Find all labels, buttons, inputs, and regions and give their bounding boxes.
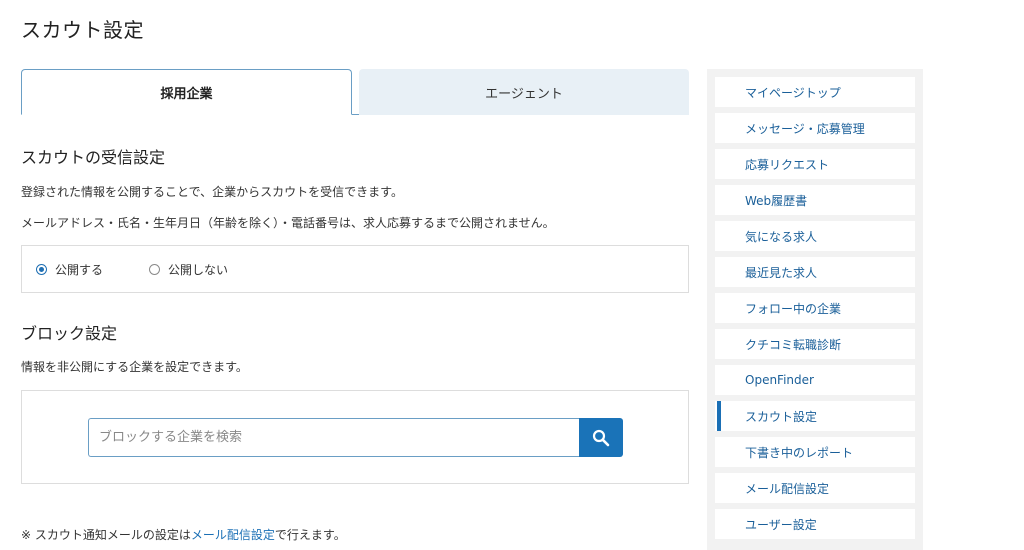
sidebar-item-user-settings[interactable]: ユーザー設定 — [715, 509, 915, 539]
sidebar-item-saved-jobs[interactable]: 気になる求人 — [715, 221, 915, 251]
sidebar-item-followed-companies[interactable]: フォロー中の企業 — [715, 293, 915, 323]
company-search-input[interactable] — [88, 418, 579, 457]
sidebar-item-draft-reports[interactable]: 下書き中のレポート — [715, 437, 915, 467]
search-button[interactable] — [579, 418, 623, 457]
note-prefix: ※ スカウト通知メールの設定は — [21, 528, 191, 542]
radio-private[interactable]: 公開しない — [149, 261, 228, 278]
sidebar-item-apply-requests[interactable]: 応募リクエスト — [715, 149, 915, 179]
block-search-box — [21, 390, 689, 484]
privacy-note: メールアドレス・氏名・生年月日（年齢を除く）・電話番号は、求人応募するまで公開さ… — [21, 216, 555, 230]
tab-bar: 採用企業 エージェント — [21, 69, 689, 115]
radio-public[interactable]: 公開する — [36, 261, 103, 278]
tab-companies[interactable]: 採用企業 — [21, 69, 352, 115]
receive-description: 登録された情報を公開することで、企業からスカウトを受信できます。 — [21, 185, 403, 199]
sidebar-item-recent-jobs[interactable]: 最近見た求人 — [715, 257, 915, 287]
sidebar-item-messages[interactable]: メッセージ・応募管理 — [715, 113, 915, 143]
radio-private-indicator[interactable] — [149, 264, 160, 275]
radio-public-indicator[interactable] — [36, 264, 47, 275]
sidebar-nav: マイページトップ メッセージ・応募管理 応募リクエスト Web履歴書 気になる求… — [707, 69, 923, 550]
receive-settings-title: スカウトの受信設定 — [21, 148, 166, 167]
block-description: 情報を非公開にする企業を設定できます。 — [21, 360, 248, 374]
radio-private-label: 公開しない — [168, 263, 229, 277]
visibility-radio-group: 公開する 公開しない — [21, 245, 689, 293]
main-content: 採用企業 エージェント スカウトの受信設定 登録された情報を公開することで、企業… — [21, 69, 689, 542]
company-search — [88, 418, 623, 457]
sidebar-item-openfinder[interactable]: OpenFinder — [715, 365, 915, 395]
mail-settings-link[interactable]: メール配信設定 — [191, 528, 275, 542]
note-suffix: で行えます。 — [274, 528, 346, 542]
sidebar-item-review-diagnosis[interactable]: クチコミ転職診断 — [715, 329, 915, 359]
page-title: スカウト設定 — [21, 18, 144, 42]
sidebar-item-mail-settings[interactable]: メール配信設定 — [715, 473, 915, 503]
search-icon — [592, 429, 610, 446]
radio-public-label: 公開する — [55, 263, 104, 277]
tab-agents[interactable]: エージェント — [359, 69, 689, 115]
notification-note: ※ スカウト通知メールの設定はメール配信設定で行えます。 — [21, 526, 346, 543]
sidebar-item-scout-settings[interactable]: スカウト設定 — [715, 401, 915, 431]
sidebar-item-mypage-top[interactable]: マイページトップ — [715, 77, 915, 107]
sidebar-item-web-resume[interactable]: Web履歴書 — [715, 185, 915, 215]
block-settings-title: ブロック設定 — [21, 324, 118, 343]
